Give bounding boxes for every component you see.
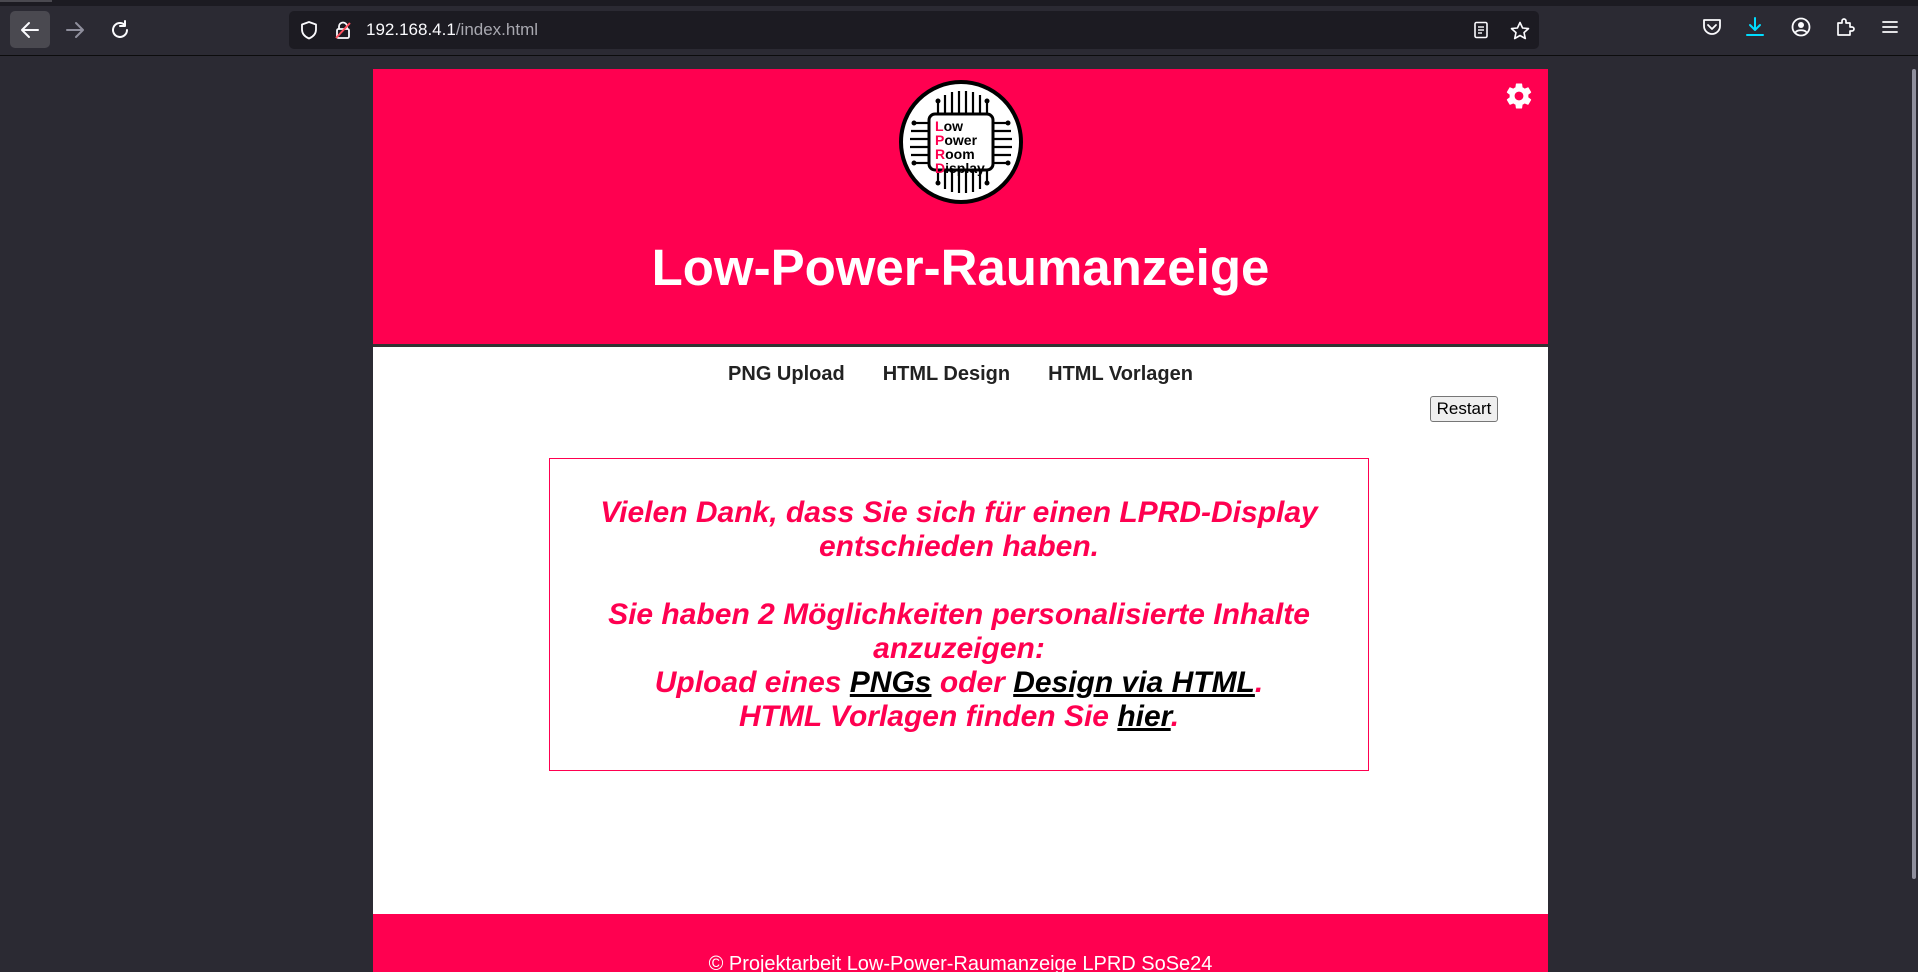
url-path: /index.html xyxy=(455,20,539,39)
back-button[interactable] xyxy=(10,11,50,48)
welcome-upload-line: Upload eines PNGs oder Design via HTML. xyxy=(655,666,1263,700)
welcome-options-text: Sie haben 2 Möglichkeiten personalisiert… xyxy=(608,597,1310,665)
logo-line-4: Display xyxy=(935,160,985,176)
nav-html-vorlagen[interactable]: HTML Vorlagen xyxy=(1048,363,1193,386)
upload-suffix: . xyxy=(1254,665,1264,699)
page-header: Low Power Room Display Low-Power-Raumanz… xyxy=(373,69,1548,347)
account-icon[interactable] xyxy=(1790,16,1812,38)
templates-suffix: . xyxy=(1170,699,1180,733)
menu-icon[interactable] xyxy=(1879,16,1901,38)
lprd-logo: Low Power Room Display xyxy=(899,80,1023,204)
shield-icon[interactable] xyxy=(299,20,319,40)
bookmark-star-icon[interactable] xyxy=(1509,20,1531,42)
download-icon[interactable] xyxy=(1744,16,1766,38)
upload-prefix: Upload eines xyxy=(654,665,850,699)
welcome-templates-line: HTML Vorlagen finden Sie hier. xyxy=(739,700,1179,734)
url-host: 192.168.4.1 xyxy=(366,20,456,39)
html-design-link[interactable]: Design via HTML xyxy=(1013,666,1255,699)
nav-png-upload[interactable]: PNG Upload xyxy=(728,363,845,386)
reader-view-icon[interactable] xyxy=(1471,20,1491,40)
welcome-message-box: Vielen Dank, dass Sie sich für einen LPR… xyxy=(549,458,1369,771)
nav-html-design[interactable]: HTML Design xyxy=(883,363,1010,386)
png-upload-link[interactable]: PNGs xyxy=(850,666,932,699)
browser-toolbar: 192.168.4.1/index.html xyxy=(0,0,1918,56)
insecure-lock-icon[interactable] xyxy=(333,20,353,40)
forward-arrow-icon xyxy=(66,21,84,38)
templates-here-link[interactable]: hier xyxy=(1117,700,1170,733)
address-bar[interactable]: 192.168.4.1/index.html xyxy=(289,11,1539,49)
footer-text: © Projektarbeit Low-Power-Raumanzeige LP… xyxy=(708,953,1213,972)
upload-middle: oder xyxy=(931,665,1014,699)
reload-button[interactable] xyxy=(100,11,140,48)
welcome-thanks-text: Vielen Dank, dass Sie sich für einen LPR… xyxy=(600,495,1318,563)
pocket-icon[interactable] xyxy=(1701,16,1723,38)
url-text[interactable]: 192.168.4.1/index.html xyxy=(366,11,538,49)
restart-button[interactable]: Restart xyxy=(1430,396,1498,422)
page-scrollbar[interactable] xyxy=(1912,69,1916,879)
extensions-icon[interactable] xyxy=(1834,16,1856,38)
back-arrow-icon xyxy=(21,21,39,38)
tab-strip xyxy=(0,0,1918,6)
web-page: Low Power Room Display Low-Power-Raumanz… xyxy=(373,69,1548,972)
forward-button[interactable] xyxy=(55,11,95,48)
page-title: Low-Power-Raumanzeige xyxy=(651,239,1270,296)
gear-icon[interactable] xyxy=(1504,81,1534,111)
templates-prefix: HTML Vorlagen finden Sie xyxy=(738,699,1118,733)
page-footer: © Projektarbeit Low-Power-Raumanzeige LP… xyxy=(373,914,1548,972)
reload-icon xyxy=(112,19,128,38)
active-tab-indicator xyxy=(0,0,52,2)
main-nav: PNG Upload HTML Design HTML Vorlagen xyxy=(373,356,1548,392)
